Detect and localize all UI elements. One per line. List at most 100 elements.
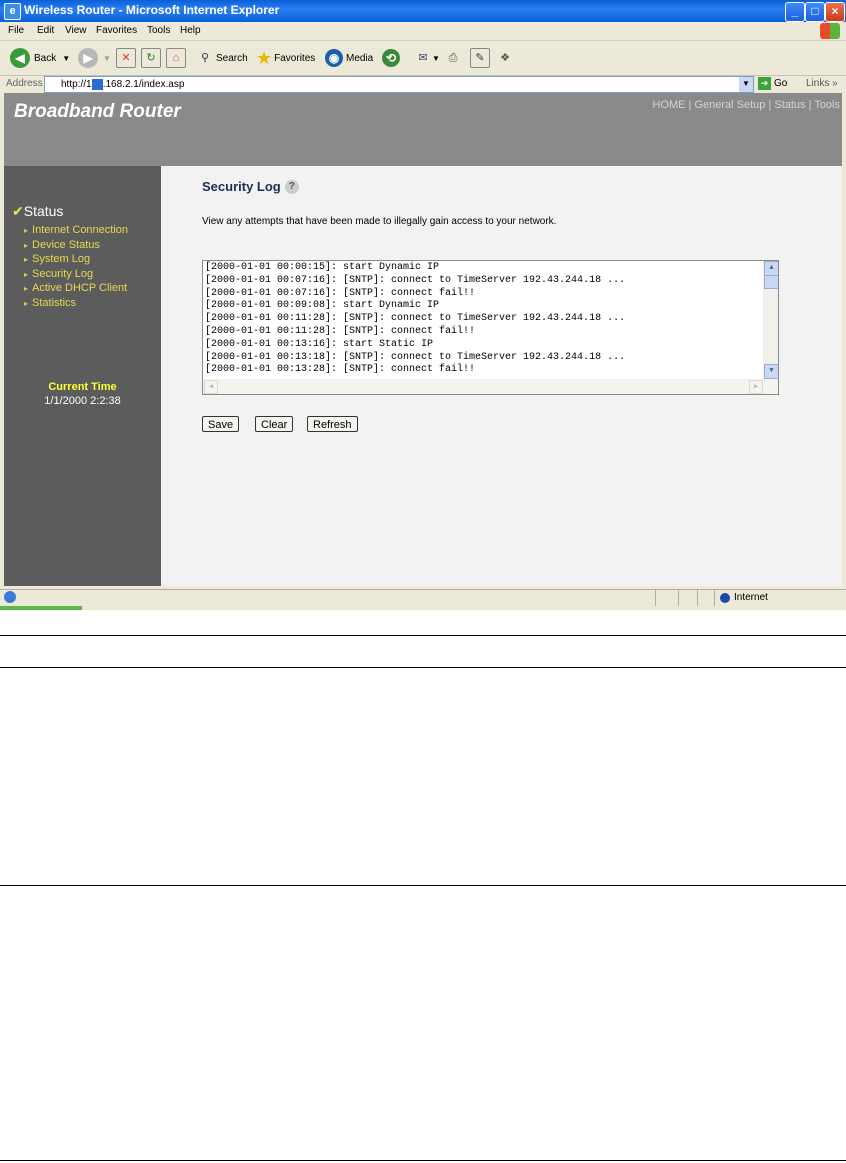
media-button[interactable]: ◉ Media bbox=[325, 47, 373, 69]
address-label: Address bbox=[6, 78, 43, 89]
links-label: Links bbox=[806, 78, 830, 89]
close-button[interactable]: × bbox=[825, 2, 845, 22]
vertical-scrollbar[interactable]: ▲ ▼ bbox=[763, 261, 778, 379]
page-rule bbox=[0, 635, 846, 636]
sidebar-item-security-log[interactable]: Security Log bbox=[24, 267, 128, 282]
router-header: Broadband Router HOME | General Setup | … bbox=[4, 93, 842, 166]
globe-icon bbox=[720, 592, 730, 603]
main-panel: Security Log ? View any attempts that ha… bbox=[161, 166, 842, 586]
back-arrow-icon: ◀ bbox=[10, 48, 30, 68]
zone-label: Internet bbox=[734, 592, 768, 603]
top-nav[interactable]: HOME | General Setup | Status | Tools bbox=[652, 99, 840, 111]
log-line: [2000-01-01 00:11:28]: [SNTP]: connect t… bbox=[205, 313, 626, 325]
history-button[interactable]: ⟲ bbox=[382, 47, 400, 69]
favorites-label: Favorites bbox=[274, 52, 316, 64]
history-icon: ⟲ bbox=[382, 49, 400, 67]
back-label: Back bbox=[34, 52, 57, 64]
log-line: [2000-01-01 00:13:18]: [SNTP]: connect t… bbox=[205, 351, 626, 363]
sidebar-item-internet-connection[interactable]: Internet Connection bbox=[24, 223, 128, 238]
window-title: Wireless Router - Microsoft Internet Exp… bbox=[24, 3, 280, 17]
address-bar: Address http://192.168.2.1/index.asp ▼ ➔… bbox=[0, 76, 846, 93]
ie-icon: e bbox=[4, 3, 21, 20]
check-icon: ✔ bbox=[12, 203, 24, 219]
sidebar-item-device-status[interactable]: Device Status bbox=[24, 238, 128, 253]
go-arrow-icon: ➔ bbox=[758, 77, 771, 90]
stop-button[interactable]: ✕ bbox=[116, 47, 136, 69]
page-icon bbox=[92, 79, 103, 90]
menu-favorites[interactable]: Favorites bbox=[96, 25, 137, 36]
links-button[interactable]: Links » bbox=[806, 78, 838, 89]
menu-file[interactable]: File bbox=[8, 25, 24, 36]
menu-help[interactable]: Help bbox=[180, 25, 201, 36]
page-rule bbox=[0, 667, 846, 668]
security-log-textarea[interactable]: [2000-01-01 00:00:15]: start Dynamic IP … bbox=[202, 260, 779, 395]
log-lines: [2000-01-01 00:00:15]: start Dynamic IP … bbox=[205, 262, 760, 377]
media-icon: ◉ bbox=[325, 49, 343, 67]
refresh-log-button[interactable]: Refresh bbox=[307, 416, 358, 432]
help-icon[interactable]: ? bbox=[284, 179, 299, 194]
refresh-button[interactable]: ↻ bbox=[141, 47, 161, 69]
sidebar: ✔Status Internet Connection Device Statu… bbox=[4, 166, 161, 586]
page-title: Security Log ? bbox=[202, 179, 299, 194]
star-icon: ★ bbox=[256, 47, 273, 68]
address-dropdown-icon[interactable]: ▼ bbox=[739, 77, 753, 92]
log-line: [2000-01-01 00:11:28]: [SNTP]: connect f… bbox=[205, 325, 476, 337]
status-divider bbox=[678, 590, 679, 606]
sidebar-item-system-log[interactable]: System Log bbox=[24, 252, 128, 267]
sidebar-item-statistics[interactable]: Statistics bbox=[24, 296, 128, 311]
home-button[interactable]: ⌂ bbox=[166, 47, 186, 69]
media-label: Media bbox=[346, 52, 374, 64]
maximize-button[interactable]: □ bbox=[805, 2, 825, 22]
browser-window: e Wireless Router - Microsoft Internet E… bbox=[0, 0, 846, 610]
brand-title: Broadband Router bbox=[14, 101, 181, 122]
print-button[interactable]: ⎙ bbox=[444, 47, 462, 69]
chevron-down-icon: ▼ bbox=[432, 53, 440, 63]
search-icon: ⚲ bbox=[200, 52, 210, 64]
menu-view[interactable]: View bbox=[65, 25, 87, 36]
messenger-button[interactable]: ❖ bbox=[496, 47, 514, 69]
page-rule bbox=[0, 885, 846, 886]
minimize-button[interactable]: _ bbox=[785, 2, 805, 22]
menu-edit[interactable]: Edit bbox=[37, 25, 54, 36]
page-description: View any attempts that have been made to… bbox=[202, 216, 557, 227]
page-title-text: Security Log bbox=[202, 179, 281, 194]
edit-button[interactable]: ✎ bbox=[470, 47, 490, 69]
clear-button[interactable]: Clear bbox=[255, 416, 294, 432]
sidebar-section-label: Status bbox=[23, 203, 64, 219]
sidebar-item-active-dhcp-client[interactable]: Active DHCP Client bbox=[24, 281, 128, 296]
scroll-right-icon[interactable]: ▶ bbox=[749, 380, 763, 394]
current-time-value: 1/1/2000 2:2:38 bbox=[44, 395, 121, 407]
search-button[interactable]: ⚲ Search bbox=[196, 47, 248, 69]
status-bar: Internet bbox=[0, 589, 846, 606]
forward-button[interactable]: ▶ ▼ bbox=[78, 47, 111, 69]
status-divider bbox=[714, 590, 715, 606]
address-input[interactable]: http://192.168.2.1/index.asp ▼ bbox=[44, 76, 754, 93]
status-divider bbox=[655, 590, 656, 606]
title-bar: e Wireless Router - Microsoft Internet E… bbox=[0, 0, 846, 22]
forward-arrow-icon: ▶ bbox=[78, 48, 98, 68]
windows-logo-icon bbox=[820, 23, 840, 39]
log-line: [2000-01-01 00:13:16]: start Static IP bbox=[205, 338, 434, 350]
refresh-icon: ↻ bbox=[141, 48, 161, 68]
horizontal-scrollbar[interactable]: ◀ ▶ bbox=[203, 379, 778, 394]
messenger-icon: ❖ bbox=[500, 52, 510, 64]
go-button[interactable]: ➔ Go bbox=[758, 77, 787, 90]
log-line: [2000-01-01 00:07:16]: [SNTP]: connect f… bbox=[205, 287, 476, 299]
mail-button[interactable]: ✉ ▼ bbox=[414, 47, 440, 69]
sidebar-menu: Internet Connection Device Status System… bbox=[24, 223, 128, 311]
ie-page-icon bbox=[4, 591, 16, 603]
scroll-up-icon[interactable]: ▲ bbox=[764, 261, 778, 276]
save-button[interactable]: Save bbox=[202, 416, 240, 432]
scroll-left-icon[interactable]: ◀ bbox=[204, 380, 218, 394]
address-url: http://192.168.2.1/index.asp bbox=[61, 79, 185, 90]
sidebar-section-status[interactable]: ✔Status bbox=[12, 203, 63, 220]
toolbar: ◀ Back ▼ ▶ ▼ ✕ ↻ ⌂ ⚲ Search ★ Favorites … bbox=[0, 41, 846, 76]
scroll-down-icon[interactable]: ▼ bbox=[764, 364, 778, 379]
edit-icon: ✎ bbox=[470, 48, 490, 68]
menu-tools[interactable]: Tools bbox=[147, 25, 170, 36]
home-icon: ⌂ bbox=[166, 48, 186, 68]
page-rule bbox=[0, 1160, 846, 1161]
scroll-thumb[interactable] bbox=[764, 275, 778, 289]
back-button[interactable]: ◀ Back ▼ bbox=[10, 47, 70, 69]
favorites-button[interactable]: ★ Favorites bbox=[256, 47, 315, 69]
